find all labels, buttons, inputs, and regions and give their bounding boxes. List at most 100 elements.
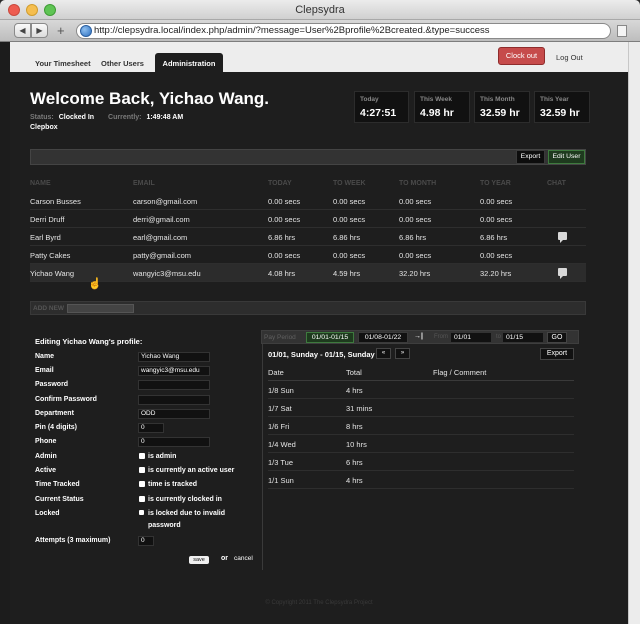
- cell-email: wangyic3@msu.edu: [133, 269, 201, 278]
- locked-checkbox[interactable]: [139, 510, 144, 515]
- cell-email: carson@gmail.com: [133, 197, 198, 206]
- users-action-bar: Export Edit User: [30, 149, 586, 165]
- new-tab-icon[interactable]: +: [57, 24, 65, 37]
- address-bar[interactable]: http://clepsydra.local/index.php/admin/?…: [76, 23, 611, 39]
- timesheet-row[interactable]: 1/7 Sat 31 mins: [268, 399, 574, 417]
- from-date-input[interactable]: 01/01: [450, 332, 492, 343]
- password-field[interactable]: [138, 380, 210, 390]
- save-button[interactable]: save: [189, 556, 209, 564]
- cell-date: 1/6 Fri: [268, 422, 290, 431]
- cell-today: 6.86 hrs: [268, 233, 296, 242]
- clock-out-button[interactable]: Clock out: [498, 47, 545, 65]
- column-header-today: TODAY: [268, 180, 292, 187]
- time-tracked-label: Time Tracked: [35, 481, 80, 488]
- cell-date: 1/3 Tue: [268, 458, 294, 467]
- to-date-input[interactable]: 01/15: [502, 332, 544, 343]
- column-header-month: TO MONTH: [399, 180, 437, 187]
- cell-month: 0.00 secs: [399, 215, 432, 224]
- column-header-name: NAME: [30, 180, 51, 187]
- table-row[interactable]: Carson Busses carson@gmail.com 0.00 secs…: [30, 192, 586, 210]
- cell-month: 6.86 hrs: [399, 233, 427, 242]
- pay-period-option-1[interactable]: 01/01-01/15: [306, 332, 354, 343]
- jump-to-end-icon[interactable]: →|: [414, 333, 423, 340]
- active-label: Active: [35, 467, 57, 474]
- add-new-bar: ADD NEW: [30, 301, 586, 315]
- confirm-password-field[interactable]: [138, 395, 210, 405]
- cell-week: 0.00 secs: [333, 197, 366, 206]
- column-header-date: Date: [268, 368, 284, 377]
- current-status-checkbox[interactable]: [139, 496, 145, 502]
- summary-value: 32.59 hr: [540, 107, 580, 119]
- timesheet-row[interactable]: 1/3 Tue 6 hrs: [268, 453, 574, 471]
- summary-label: This Year: [540, 96, 569, 103]
- pay-period-bar: Pay Period 01/01-01/15 01/08-01/22 →| Fr…: [261, 330, 579, 344]
- table-row[interactable]: Patty Cakes patty@gmail.com 0.00 secs 0.…: [30, 246, 586, 264]
- currently-value: 1:49:48 AM: [146, 114, 184, 121]
- panel-divider: [262, 330, 263, 570]
- summary-value: 4.98 hr: [420, 107, 454, 119]
- organization-name: Clepbox: [30, 124, 58, 131]
- confirm-password-label: Confirm Password: [35, 396, 97, 403]
- tab-other-users[interactable]: Other Users: [101, 56, 144, 72]
- pin-field[interactable]: 0: [138, 423, 164, 433]
- time-tracked-checkbox-text: time is tracked: [148, 481, 198, 488]
- next-period-button[interactable]: »: [395, 348, 410, 359]
- admin-checkbox[interactable]: [139, 453, 145, 459]
- export-users-button[interactable]: Export: [516, 150, 545, 164]
- to-label: to: [496, 334, 502, 340]
- cell-year: 0.00 secs: [480, 215, 513, 224]
- tab-your-timesheet[interactable]: Your Timesheet: [35, 56, 91, 72]
- vertical-scrollbar[interactable]: [628, 42, 640, 624]
- tab-administration[interactable]: Administration: [155, 53, 223, 72]
- log-out-link[interactable]: Log Out: [556, 53, 583, 62]
- summary-month: This Month 32.59 hr: [474, 91, 530, 123]
- timesheet-row[interactable]: 1/8 Sun 4 hrs: [268, 381, 574, 399]
- table-row[interactable]: Derri Druff derri@gmail.com 0.00 secs 0.…: [30, 210, 586, 228]
- column-header-chat: CHAT: [547, 180, 566, 187]
- cell-today: 4.08 hrs: [268, 269, 296, 278]
- page-footer: © Copyright 2011 The Clepsydra Project: [265, 600, 373, 606]
- summary-value: 32.59 hr: [480, 107, 520, 119]
- previous-period-button[interactable]: «: [376, 348, 391, 359]
- cell-email: earl@gmail.com: [133, 233, 188, 242]
- active-checkbox[interactable]: [139, 467, 145, 473]
- timesheet-row[interactable]: 1/6 Fri 8 hrs: [268, 417, 574, 435]
- cell-month: 0.00 secs: [399, 251, 432, 260]
- column-header-flag: Flag / Comment: [433, 368, 487, 377]
- export-timesheet-button[interactable]: Export: [540, 348, 574, 360]
- cell-year: 0.00 secs: [480, 251, 513, 260]
- top-nav: Your Timesheet Other Users Administratio…: [10, 42, 628, 72]
- timesheet-header-row: Date Total Flag / Comment: [268, 363, 574, 381]
- timesheet-row[interactable]: 1/4 Wed 10 hrs: [268, 435, 574, 453]
- forward-button[interactable]: ▶: [31, 23, 48, 38]
- pay-period-option-2[interactable]: 01/08-01/22: [358, 332, 408, 343]
- cell-name: Earl Byrd: [30, 233, 61, 242]
- cell-total: 6 hrs: [346, 458, 363, 467]
- summary-year: This Year 32.59 hr: [534, 91, 590, 123]
- time-tracked-checkbox[interactable]: [139, 481, 145, 487]
- chat-icon[interactable]: [558, 268, 567, 279]
- name-field[interactable]: Yichao Wang: [138, 352, 210, 362]
- welcome-heading: Welcome Back, Yichao Wang.: [30, 89, 270, 108]
- timesheet-row[interactable]: 1/1 Sun 4 hrs: [268, 471, 574, 489]
- currently-label: Currently:: [108, 114, 142, 121]
- summary-value: 4:27:51: [360, 107, 397, 119]
- go-button[interactable]: GO: [547, 332, 567, 343]
- cancel-link[interactable]: cancel: [234, 555, 253, 562]
- edit-user-button[interactable]: Edit User: [548, 150, 585, 164]
- summary-label: Today: [360, 96, 379, 103]
- table-row-selected[interactable]: Yichao Wang wangyic3@msu.edu 4.08 hrs 4.…: [30, 264, 586, 282]
- add-new-input[interactable]: [67, 304, 134, 313]
- table-row[interactable]: Earl Byrd earl@gmail.com 6.86 hrs 6.86 h…: [30, 228, 586, 246]
- summary-today: Today 4:27:51: [354, 91, 409, 123]
- back-button[interactable]: ◀: [14, 23, 31, 38]
- attempts-field[interactable]: 0: [138, 536, 154, 546]
- cell-week: 0.00 secs: [333, 251, 366, 260]
- email-field[interactable]: wangyic3@msu.edu: [138, 366, 210, 376]
- department-field[interactable]: ODD: [138, 409, 210, 419]
- cell-email: derri@gmail.com: [133, 215, 190, 224]
- page-icon[interactable]: [617, 25, 627, 37]
- chat-icon[interactable]: [558, 232, 567, 243]
- phone-field[interactable]: 0: [138, 437, 210, 447]
- pin-label: Pin (4 digits): [35, 424, 77, 431]
